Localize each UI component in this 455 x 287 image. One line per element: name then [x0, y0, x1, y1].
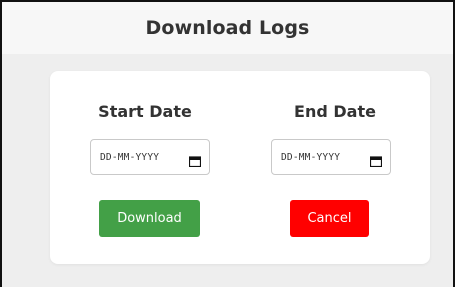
end-date-label: End Date — [294, 102, 376, 121]
end-date-input[interactable]: DD-MM-YYYY — [271, 139, 391, 175]
calendar-icon[interactable] — [188, 152, 202, 167]
calendar-icon[interactable] — [369, 152, 383, 167]
start-date-placeholder: DD-MM-YYYY — [100, 151, 160, 163]
end-date-placeholder: DD-MM-YYYY — [281, 151, 341, 163]
cancel-button[interactable]: Cancel — [290, 200, 369, 237]
download-button[interactable]: Download — [99, 200, 200, 237]
end-date-column: End Date DD-MM-YYYY Cancel — [240, 71, 430, 264]
start-date-input[interactable]: DD-MM-YYYY — [90, 139, 210, 175]
page-header: Download Logs — [2, 2, 453, 54]
start-date-column: Start Date DD-MM-YYYY Download — [50, 71, 240, 264]
app-window: Download Logs Start Date DD-MM-YYYY Down… — [0, 0, 455, 287]
start-date-label: Start Date — [98, 102, 192, 121]
download-form-card: Start Date DD-MM-YYYY Download End Date … — [50, 71, 430, 264]
page-title: Download Logs — [145, 17, 310, 39]
